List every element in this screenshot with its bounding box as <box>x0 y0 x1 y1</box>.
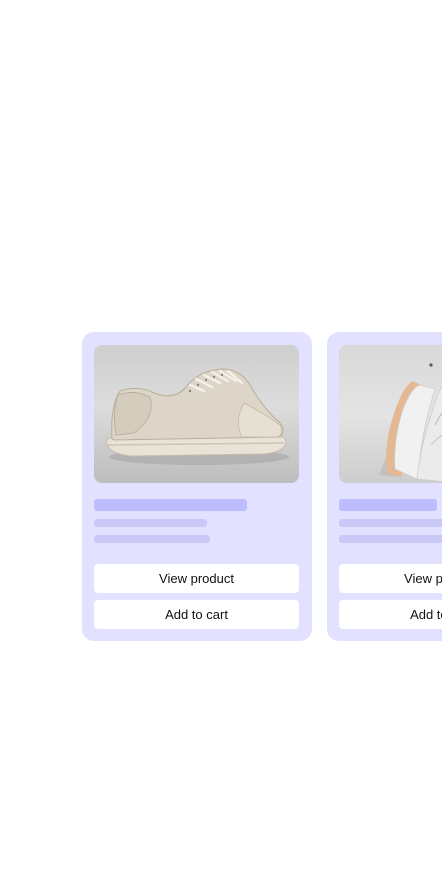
product-image[interactable] <box>94 345 299 483</box>
add-to-cart-button[interactable]: Add to cart <box>339 600 442 629</box>
product-title-placeholder <box>94 499 247 511</box>
product-card: View product Add to cart <box>82 332 312 641</box>
product-title-placeholder <box>339 499 437 511</box>
product-card: View product Add to cart <box>327 332 442 641</box>
product-description-placeholder <box>339 519 442 527</box>
product-price-placeholder <box>94 535 210 543</box>
product-image[interactable] <box>339 345 442 483</box>
sneaker-image <box>105 368 289 465</box>
add-to-cart-button[interactable]: Add to cart <box>94 600 299 629</box>
product-price-placeholder <box>339 535 442 543</box>
view-product-button[interactable]: View product <box>339 564 442 593</box>
product-carousel: View product Add to cart View product Ad <box>0 0 442 882</box>
sneaker-image <box>379 363 442 482</box>
product-description-placeholder <box>94 519 207 527</box>
view-product-button[interactable]: View product <box>94 564 299 593</box>
